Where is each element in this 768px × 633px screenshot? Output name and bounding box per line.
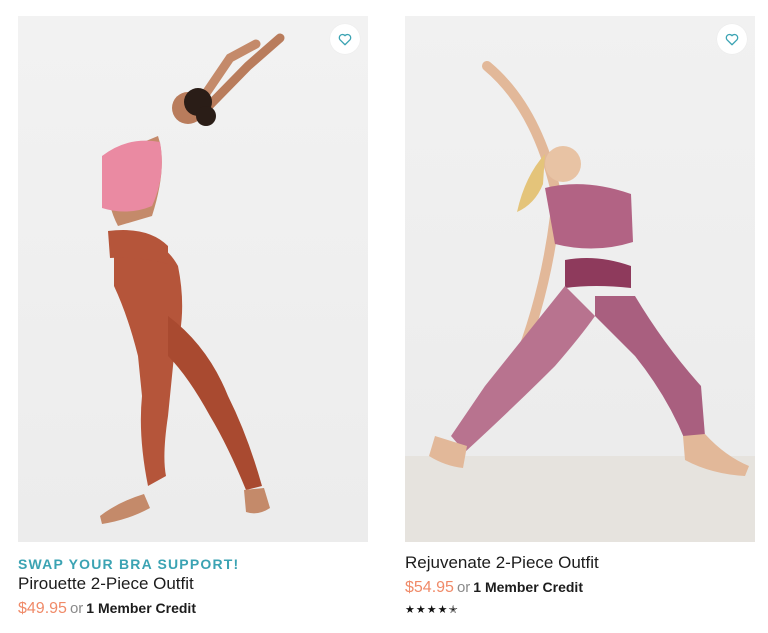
product-card[interactable]: Rejuvenate 2-Piece Outfit $54.95 or 1 Memb… xyxy=(405,16,755,616)
model-illustration xyxy=(100,33,285,524)
half-star-icon: ✭ xyxy=(448,604,458,616)
favorite-button[interactable] xyxy=(717,24,747,54)
star-rating[interactable]: ★ ★ ★ ★ ✭ xyxy=(405,605,755,616)
price: $54.95 xyxy=(405,579,454,596)
member-credit: 1 Member Credit xyxy=(473,579,583,595)
price-row: $49.95 or 1 Member Credit xyxy=(18,597,368,620)
price-row: $54.95 or 1 Member Credit xyxy=(405,576,755,599)
product-image[interactable] xyxy=(405,16,755,542)
product-title[interactable]: Rejuvenate 2-Piece Outfit xyxy=(405,552,755,574)
product-card[interactable]: SWAP YOUR BRA SUPPORT! Pirouette 2-Piece… xyxy=(18,16,368,620)
heart-outline-icon xyxy=(725,33,739,45)
product-image[interactable] xyxy=(18,16,368,542)
star-icon: ★ xyxy=(426,604,437,616)
or-text: or xyxy=(69,600,84,617)
product-title[interactable]: Pirouette 2-Piece Outfit xyxy=(18,573,368,595)
star-icon: ★ xyxy=(415,604,426,616)
favorite-button[interactable] xyxy=(330,24,360,54)
promo-label: SWAP YOUR BRA SUPPORT! xyxy=(18,556,240,572)
heart-outline-icon xyxy=(338,33,352,45)
star-icon: ★ xyxy=(405,604,415,616)
price: $49.95 xyxy=(18,600,67,617)
or-text: or xyxy=(456,579,471,596)
member-credit: 1 Member Credit xyxy=(86,600,196,616)
star-icon: ★ xyxy=(437,604,448,616)
model-illustration xyxy=(405,61,755,542)
